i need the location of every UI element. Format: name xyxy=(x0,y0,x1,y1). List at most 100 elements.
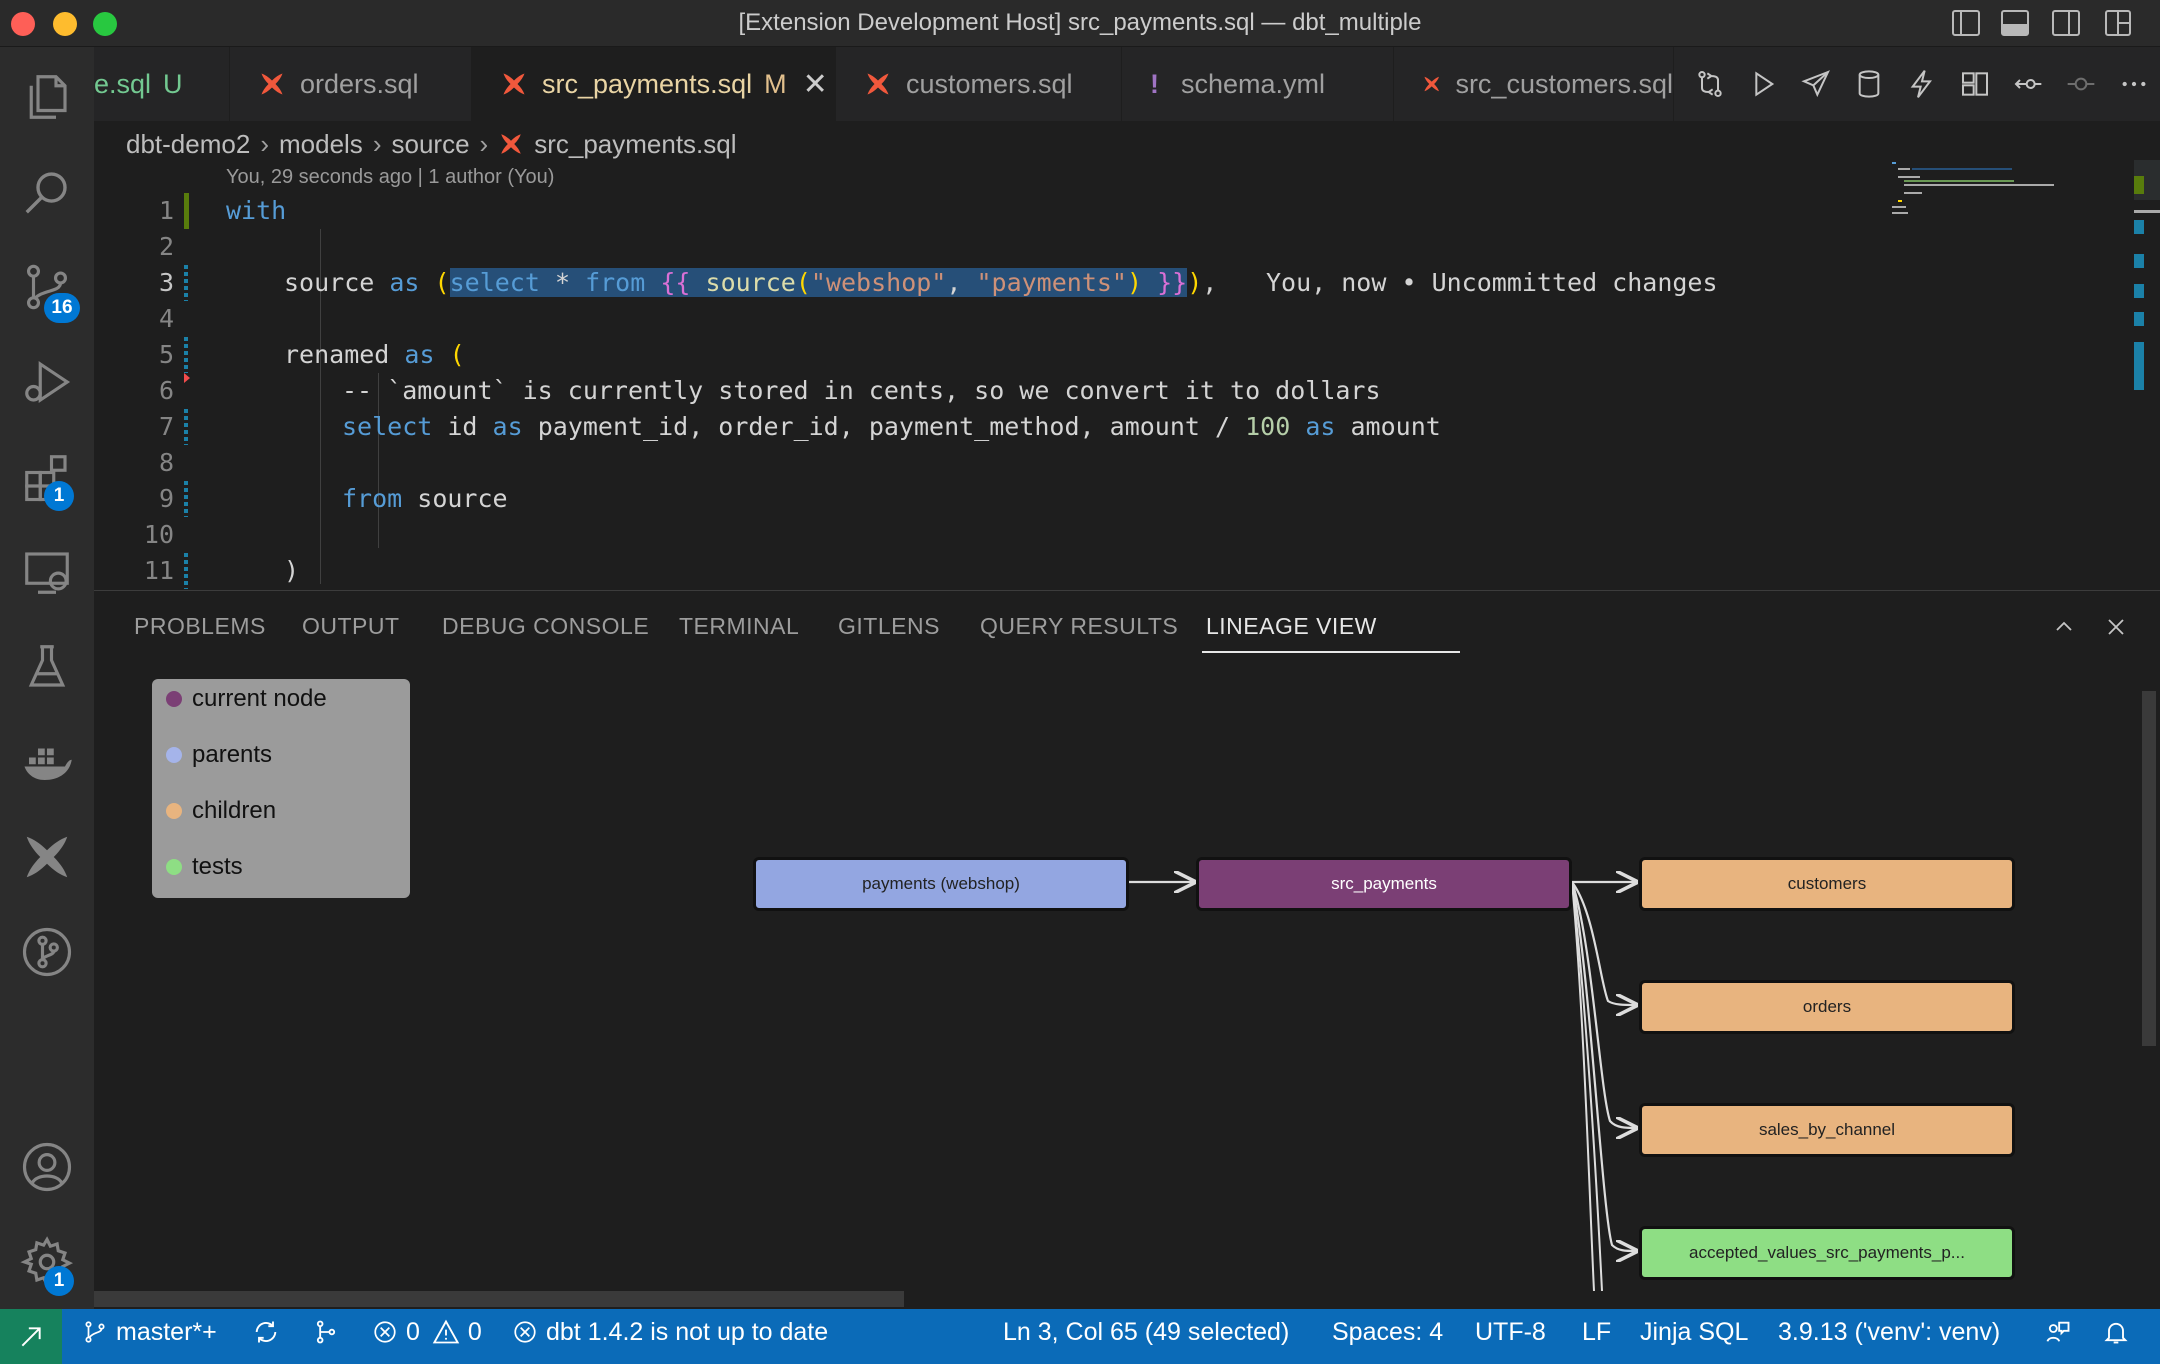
lightning-icon[interactable] xyxy=(1896,58,1949,111)
more-actions-icon[interactable] xyxy=(2107,58,2160,111)
lineage-node-parent[interactable]: payments (webshop) xyxy=(753,857,1129,911)
chevron-right-icon: › xyxy=(260,128,269,159)
code-token: source xyxy=(284,268,390,297)
lineage-node-test[interactable]: accepted_values_src_payments_p... xyxy=(1639,1226,2015,1280)
chevron-right-icon: › xyxy=(479,128,489,159)
code-token: ( xyxy=(795,268,811,297)
code-editor[interactable]: 1 with 2 3 source as (select * from {{ s… xyxy=(94,193,2134,590)
toggle-primary-sidebar-icon[interactable] xyxy=(1952,10,1980,36)
python-interpreter[interactable]: 3.9.13 ('venv': venv) xyxy=(1778,1309,2000,1355)
docker-icon[interactable] xyxy=(0,722,94,802)
git-graph-status-icon[interactable] xyxy=(312,1309,348,1355)
dbt-file-icon xyxy=(261,73,283,95)
warning-count: 0 xyxy=(467,1317,482,1346)
lineage-node-child[interactable]: sales_by_channel xyxy=(1639,1103,2015,1157)
line-number: 7 xyxy=(158,412,174,441)
dbt-file-icon xyxy=(1424,76,1440,92)
git-commit-icon[interactable] xyxy=(2054,58,2107,111)
tab-src-customers-sql[interactable]: src_customers.sql xyxy=(1394,47,1674,121)
code-token: ( xyxy=(434,340,465,369)
legend-label: children xyxy=(192,797,277,824)
line-number: 8 xyxy=(158,448,174,477)
eol-setting[interactable]: LF xyxy=(1582,1309,1611,1355)
tab-orders-sql[interactable]: orders.sql xyxy=(230,47,472,121)
overview-ruler[interactable] xyxy=(2134,160,2160,590)
lineage-node-current[interactable]: src_payments xyxy=(1196,857,1572,911)
source-control-icon[interactable]: 16 xyxy=(0,247,94,327)
dbt-status-text: dbt 1.4.2 is not up to date xyxy=(546,1317,829,1346)
lineage-node-child[interactable]: customers xyxy=(1639,857,2015,911)
breadcrumb-item[interactable]: src_payments.sql xyxy=(534,129,736,160)
bottom-panel: PROBLEMS OUTPUT DEBUG CONSOLE TERMINAL G… xyxy=(94,590,2160,1309)
dbt-version-status[interactable]: dbt 1.4.2 is not up to date xyxy=(512,1309,828,1355)
modified-line-marker xyxy=(184,337,188,373)
customize-layout-icon[interactable] xyxy=(2105,10,2131,36)
gitlens-blame-header[interactable]: You, 29 seconds ago | 1 author (You) xyxy=(226,166,554,189)
dbt-file-icon xyxy=(501,134,521,154)
lineage-node-child[interactable]: orders xyxy=(1639,980,2015,1034)
activity-bar: 16 1 1 xyxy=(0,47,94,1309)
code-token: payment_id, order_id, payment_method, am… xyxy=(522,412,1246,441)
search-icon[interactable] xyxy=(0,152,94,232)
send-icon[interactable] xyxy=(1790,58,1843,111)
legend-item: children xyxy=(166,797,276,825)
explorer-icon[interactable] xyxy=(0,57,94,137)
horizontal-scrollbar[interactable] xyxy=(94,1291,904,1307)
added-line-marker xyxy=(184,193,189,229)
modified-line-marker xyxy=(184,409,188,445)
code-token: {{ xyxy=(660,268,691,297)
window-title: [Extension Development Host] src_payment… xyxy=(738,9,1422,36)
breadcrumb-item[interactable]: dbt-demo2 xyxy=(126,129,250,160)
tab-src-payments-sql[interactable]: src_payments.sql M ✕ xyxy=(472,47,836,121)
close-tab-icon[interactable]: ✕ xyxy=(803,67,828,102)
tab-customers-sql[interactable]: customers.sql xyxy=(836,47,1122,121)
database-icon[interactable] xyxy=(1843,58,1896,111)
go-back-icon[interactable] xyxy=(2001,58,2054,111)
notifications-bell-icon[interactable] xyxy=(2102,1309,2138,1355)
tab-status: M xyxy=(764,68,787,99)
extensions-icon[interactable]: 1 xyxy=(0,437,94,517)
feedback-icon[interactable] xyxy=(2044,1309,2080,1355)
breadcrumb-item[interactable]: source xyxy=(391,129,469,160)
line-number: 11 xyxy=(143,556,174,585)
indentation-setting[interactable]: Spaces: 4 xyxy=(1332,1309,1443,1355)
toggle-secondary-sidebar-icon[interactable] xyxy=(2052,10,2080,36)
line-number: 9 xyxy=(158,484,174,513)
line-number: 4 xyxy=(158,304,174,333)
dbt-file-icon xyxy=(867,73,889,95)
remote-indicator-icon[interactable] xyxy=(0,1309,62,1364)
dbt-icon[interactable] xyxy=(0,817,94,897)
branch-indicator[interactable]: master*+ xyxy=(82,1309,217,1355)
editor-tab-bar: e.sql U orders.sql src_payments.sql M ✕ … xyxy=(94,47,1674,121)
language-mode[interactable]: Jinja SQL xyxy=(1640,1309,1748,1355)
code-token: , xyxy=(946,268,977,297)
toggle-panel-icon[interactable] xyxy=(2001,10,2029,36)
line-number: 5 xyxy=(158,340,174,369)
run-icon[interactable] xyxy=(1737,58,1790,111)
git-graph-icon[interactable] xyxy=(0,912,94,992)
minimap[interactable] xyxy=(1890,160,2070,230)
problems-indicator[interactable]: 0 0 xyxy=(372,1309,482,1355)
accounts-icon[interactable] xyxy=(0,1127,94,1207)
encoding-setting[interactable]: UTF-8 xyxy=(1475,1309,1546,1355)
testing-icon[interactable] xyxy=(0,627,94,707)
sync-icon[interactable] xyxy=(252,1309,288,1355)
modified-line-marker xyxy=(184,265,188,301)
remote-explorer-icon[interactable] xyxy=(0,532,94,612)
inline-blame[interactable]: You, now • Uncommitted changes xyxy=(1266,265,1718,301)
git-branch-icon xyxy=(85,1321,105,1343)
code-token: select xyxy=(449,268,540,297)
error-count: 0 xyxy=(406,1317,420,1346)
tab-schema-yml[interactable]: ! schema.yml xyxy=(1122,47,1394,121)
run-debug-icon[interactable] xyxy=(0,342,94,422)
keyword: with xyxy=(226,196,287,225)
breadcrumb-item[interactable]: models xyxy=(279,129,363,160)
cursor-position[interactable]: Ln 3, Col 65 (49 selected) xyxy=(1003,1309,1289,1355)
open-changes-icon[interactable] xyxy=(1684,58,1737,111)
split-editor-icon[interactable] xyxy=(1948,58,2001,111)
vertical-scrollbar[interactable] xyxy=(2142,691,2156,1046)
dbt-file-icon xyxy=(503,73,525,95)
tab-untracked-sql[interactable]: e.sql U xyxy=(94,47,230,121)
settings-gear-icon[interactable]: 1 xyxy=(0,1222,94,1302)
